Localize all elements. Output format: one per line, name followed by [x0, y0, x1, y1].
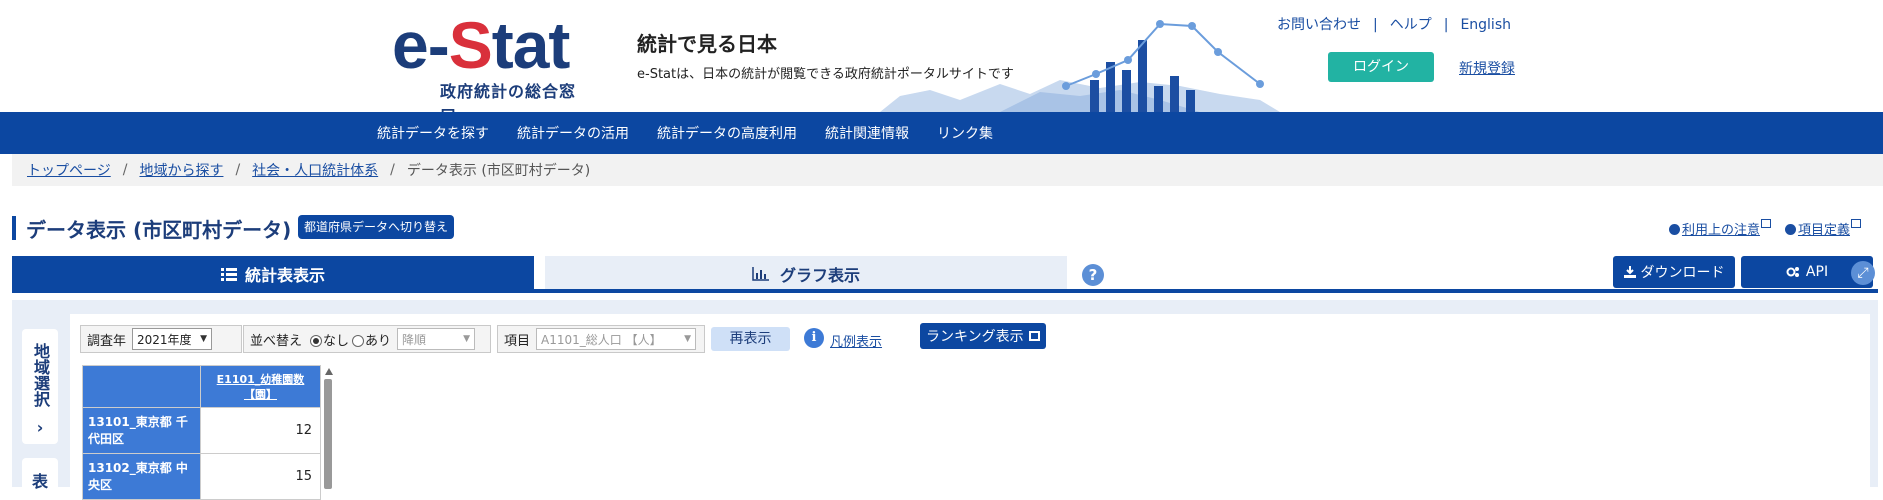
sort-label: 並べ替え [250, 333, 303, 349]
breadcrumb-top[interactable]: トップページ [27, 160, 111, 180]
tab-table-view[interactable]: 統計表表示 [12, 256, 534, 292]
scroll-up-icon[interactable] [325, 368, 333, 375]
table-scrollbar[interactable] [324, 368, 333, 489]
login-button[interactable]: ログイン [1328, 52, 1434, 82]
definitions-link[interactable]: 項目定義 [1798, 223, 1850, 238]
table-header-row: E1101_幼稚園数【園】 [82, 365, 321, 408]
sort-none-label: なし [323, 333, 350, 349]
column-header-kindergartens[interactable]: E1101_幼稚園数【園】 [200, 365, 321, 408]
breadcrumb-social-stats[interactable]: 社会・人口統計体系 [252, 160, 378, 180]
api-label: API [1805, 264, 1829, 280]
external-window-icon [1760, 219, 1771, 228]
breadcrumb-region-search[interactable]: 地域から探す [139, 160, 223, 180]
table-cell-value: 15 [200, 453, 321, 500]
expand-icon[interactable]: ⤢ [1851, 261, 1875, 285]
breadcrumb: トップページ / 地域から探す / 社会・人口統計体系 / データ表示 (市区町… [12, 154, 1883, 186]
contact-link[interactable]: お問い合わせ [1277, 17, 1361, 33]
tagline-title: 統計で見る日本 [637, 32, 777, 56]
row-header-chuo: 13102_東京都 中央区 [82, 453, 201, 500]
global-nav: 統計データを探す 統計データの活用 統計データの高度利用 統計関連情報 リンク集 [0, 112, 1883, 154]
nav-item-related-info[interactable]: 統計関連情報 [811, 123, 923, 143]
year-control: 調査年 2021年度 ▼ [80, 325, 242, 353]
external-window-icon [1851, 219, 1861, 228]
chevron-right-icon: › [36, 418, 44, 437]
nav-item-links[interactable]: リンク集 [923, 123, 1007, 143]
redisplay-button[interactable]: 再表示 [711, 327, 790, 351]
tab-underline [12, 289, 1878, 293]
download-button[interactable]: ダウンロード [1613, 256, 1735, 288]
chevron-down-icon: ▼ [684, 334, 692, 344]
radio-on-icon [310, 334, 323, 347]
display-item-label: 表 [31, 472, 48, 491]
separator: | [1373, 17, 1378, 33]
site-header: e-Stat 政府統計の総合窓口 統計で見る日本 e-Statは、日本の統計が閲… [0, 0, 1883, 125]
download-icon [1623, 266, 1636, 278]
help-icon[interactable]: ? [1082, 264, 1104, 286]
sort-some-radio[interactable]: あり [352, 330, 391, 349]
list-icon [220, 268, 237, 281]
corner-header-cell [82, 365, 201, 408]
sort-control: 並べ替え なし あり 降順 ▼ [243, 325, 491, 353]
region-select-tab[interactable]: 地域選択 › [22, 329, 58, 444]
display-item-tab[interactable]: 表 [22, 458, 58, 498]
nav-item-use-data[interactable]: 統計データの活用 [503, 123, 643, 143]
terms-link-wrapper[interactable]: 利用上の注意 [1668, 219, 1771, 238]
legend-link[interactable]: 凡例表示 [830, 331, 882, 350]
ranking-button[interactable]: ランキング表示 [920, 323, 1046, 349]
table-row: 13101_東京都 千代田区 12 [82, 407, 321, 454]
sort-order-value: 降順 [402, 332, 427, 347]
chevron-down-icon: ▼ [463, 334, 471, 344]
breadcrumb-separator: / [390, 162, 395, 178]
page-title: データ表示 (市区町村データ) [26, 218, 292, 242]
hero-chart-illustration [880, 20, 1280, 112]
chevron-down-icon: ▼ [200, 334, 208, 344]
stats-table: E1101_幼稚園数【園】 13101_東京都 千代田区 12 13102_東京… [82, 365, 321, 500]
scroll-thumb[interactable] [324, 379, 332, 489]
tab-graph-label: グラフ表示 [779, 266, 860, 285]
bar-chart-icon [752, 267, 769, 281]
download-label: ダウンロード [1640, 265, 1725, 281]
english-link[interactable]: English [1460, 17, 1511, 33]
register-link[interactable]: 新規登録 [1459, 58, 1515, 78]
gears-icon [1786, 267, 1799, 277]
sort-order-select[interactable]: 降順 ▼ [397, 328, 476, 350]
tab-table-label: 統計表表示 [244, 266, 325, 285]
estat-logo[interactable]: e-Stat 政府統計の総合窓口 [392, 8, 592, 125]
radio-off-icon [352, 334, 365, 347]
logo-wordmark: e-Stat [392, 8, 570, 82]
tab-graph-view[interactable]: グラフ表示 [545, 256, 1067, 292]
help-link[interactable]: ヘルプ [1390, 17, 1432, 33]
nav-item-advanced-use[interactable]: 統計データの高度利用 [643, 123, 811, 143]
item-select-value: A1101_総人口 【人】 [541, 332, 662, 347]
year-select[interactable]: 2021年度 ▼ [132, 328, 213, 350]
definitions-link-wrapper[interactable]: 項目定義 [1784, 219, 1861, 238]
item-select[interactable]: A1101_総人口 【人】 ▼ [536, 328, 697, 350]
sort-none-radio[interactable]: なし [310, 330, 349, 349]
separator: | [1443, 17, 1449, 33]
nav-item-find-data[interactable]: 統計データを探す [363, 123, 503, 143]
info-dot-icon [1668, 224, 1680, 235]
breadcrumb-current: データ表示 (市区町村データ) [406, 163, 591, 179]
sort-some-label: あり [365, 333, 392, 349]
table-row: 13102_東京都 中央区 15 [82, 453, 321, 500]
year-label: 調査年 [87, 333, 127, 349]
utility-links: お問い合わせ | ヘルプ | English [1273, 14, 1515, 34]
breadcrumb-separator: / [122, 162, 128, 178]
switch-prefecture-button[interactable]: 都道府県データへ切り替え [298, 215, 455, 239]
breadcrumb-separator: / [235, 162, 241, 178]
table-cell-value: 12 [200, 407, 321, 454]
title-accent-bar [12, 216, 16, 240]
year-select-value: 2021年度 [137, 332, 192, 347]
page-info-links: 利用上の注意 項目定義 [1668, 219, 1861, 238]
terms-link[interactable]: 利用上の注意 [1682, 223, 1760, 238]
info-dot-icon [1784, 224, 1796, 235]
ranking-label: ランキング表示 [926, 329, 1024, 345]
region-select-label: 地域選択 [31, 343, 50, 407]
info-icon[interactable]: i [804, 328, 824, 348]
window-icon [1028, 331, 1040, 341]
row-header-chiyoda: 13101_東京都 千代田区 [82, 407, 201, 454]
item-label: 項目 [504, 333, 531, 349]
item-control: 項目 A1101_総人口 【人】 ▼ [497, 325, 705, 353]
